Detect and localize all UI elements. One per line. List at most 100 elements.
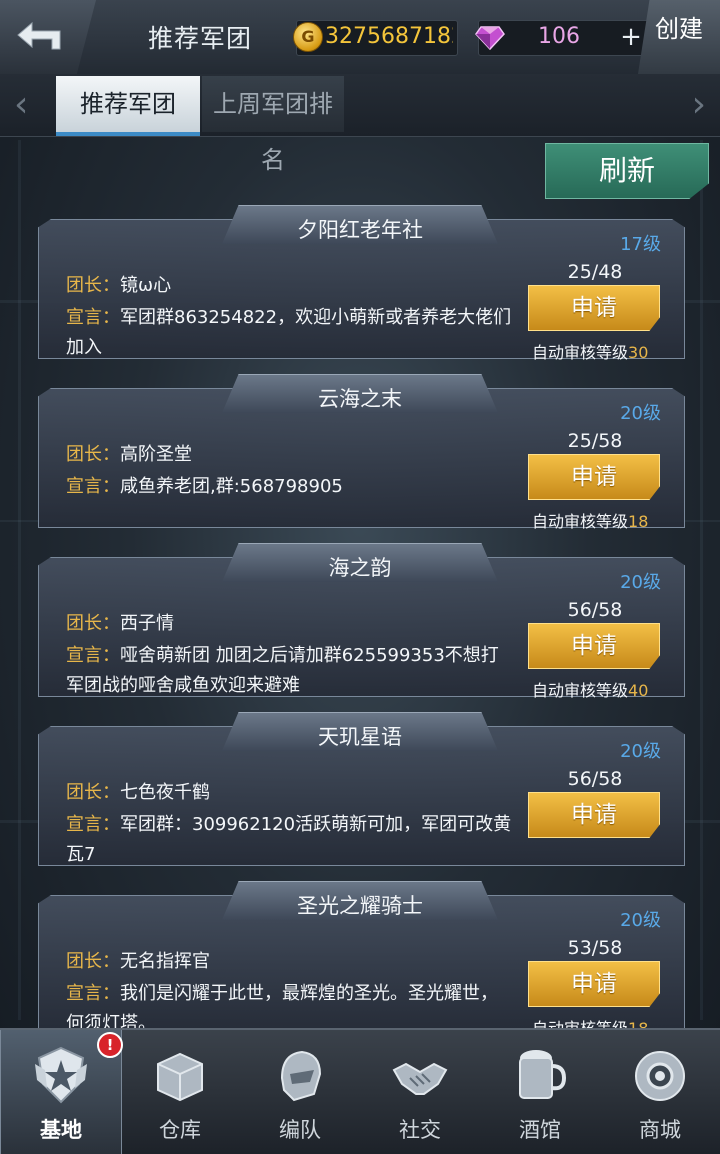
leader-row: 团长：高阶圣堂 (66, 440, 192, 466)
declaration-row: 宣言：军团群863254822，欢迎小萌新或者养老大佬们加入 (66, 303, 514, 363)
declaration-label: 宣言： (66, 983, 120, 1004)
tab-next-arrow-icon[interactable]: › (692, 84, 706, 125)
nav-label: 社交 (399, 1118, 441, 1142)
guild-card: 天玑星语 20级 团长：七色夜千鹤 宣言：军团群：309962120活跃萌新可加… (38, 712, 685, 866)
refresh-button[interactable]: 刷新 (545, 143, 709, 199)
leader-name: 高阶圣堂 (120, 444, 192, 465)
nav-base[interactable]: ! 基地 (0, 1030, 123, 1154)
auto-review-label: 自动审核等级 (532, 1019, 628, 1028)
leader-label: 团长： (66, 275, 120, 296)
nav-label: 商城 (639, 1118, 681, 1142)
nav-formation[interactable]: 编队 (240, 1030, 360, 1154)
member-count: 56/58 (567, 599, 623, 621)
leader-name: 镜ω心 (120, 275, 172, 296)
base-emblem-icon (35, 1046, 87, 1104)
apply-button[interactable]: 申请 (528, 285, 660, 331)
leader-label: 团长： (66, 951, 120, 972)
declaration-text: 咸鱼养老团,群:568798905 (120, 476, 343, 497)
declaration-row: 宣言：哑舍萌新团 加团之后请加群625599353不想打军团战的哑舍咸鱼欢迎来避… (66, 641, 514, 701)
guild-name: 圣光之耀骑士 (297, 894, 423, 918)
member-count: 56/58 (567, 768, 623, 790)
leader-name: 无名指挥官 (120, 951, 210, 972)
leader-label: 团长： (66, 444, 120, 465)
nav-label: 基地 (40, 1118, 82, 1142)
guild-name: 天玑星语 (318, 725, 402, 749)
leader-label: 团长： (66, 782, 120, 803)
declaration-text: 我们是闪耀于此世，最辉煌的圣光。圣光耀世，何须灯塔。 (66, 983, 498, 1028)
tab-recommended[interactable]: 推荐军团 (56, 76, 200, 136)
apply-button[interactable]: 申请 (528, 623, 660, 669)
handshake-icon (392, 1062, 448, 1095)
auto-review-level: 自动审核等级40 (532, 677, 648, 701)
auto-review-value: 18 (628, 1019, 648, 1028)
tab-last-week-ranking[interactable]: 上周军团排名 (202, 76, 344, 174)
declaration-row: 宣言：我们是闪耀于此世，最辉煌的圣光。圣光耀世，何须灯塔。 (66, 979, 514, 1028)
guild-level: 20级 (620, 403, 661, 424)
gold-amount: 3275687182 (325, 24, 453, 49)
guild-level: 20级 (620, 910, 661, 931)
guild-card: 海之韵 20级 团长：西子情 宣言：哑舍萌新团 加团之后请加群625599353… (38, 543, 685, 700)
top-bar: 推荐军团 G 3275687182 106 + 创建 (0, 0, 720, 76)
guild-level: 20级 (620, 741, 661, 762)
declaration-label: 宣言： (66, 645, 120, 666)
formation-helmet-icon (280, 1050, 322, 1102)
nav-warehouse[interactable]: 仓库 (120, 1030, 240, 1154)
guild-level: 20级 (620, 572, 661, 593)
auto-review-level: 自动审核等级30 (532, 339, 648, 363)
declaration-text: 军团群863254822，欢迎小萌新或者养老大佬们加入 (66, 307, 512, 358)
leader-row: 团长：无名指挥官 (66, 947, 210, 973)
gold-counter: G 3275687182 (293, 20, 458, 56)
nav-label: 仓库 (159, 1118, 201, 1142)
leader-label: 团长： (66, 613, 120, 634)
auto-review-value: 18 (628, 512, 649, 531)
auto-review-label: 自动审核等级 (532, 512, 629, 531)
leader-name: 七色夜千鹤 (120, 782, 210, 803)
leader-name: 西子情 (120, 613, 174, 634)
apply-button[interactable]: 申请 (528, 792, 660, 838)
member-count: 53/58 (567, 937, 623, 959)
guild-level: 17级 (620, 234, 661, 255)
create-guild-button[interactable]: 创建 (638, 0, 720, 74)
diamond-icon (475, 26, 505, 51)
declaration-row: 宣言：咸鱼养老团,群:568798905 (66, 472, 514, 502)
declaration-label: 宣言： (66, 814, 120, 835)
guild-card: 夕阳红老年社 17级 团长：镜ω心 宣言：军团群863254822，欢迎小萌新或… (38, 205, 685, 362)
guild-list[interactable]: 夕阳红老年社 17级 团长：镜ω心 宣言：军团群863254822，欢迎小萌新或… (0, 205, 720, 1028)
guild-card: 圣光之耀骑士 20级 团长：无名指挥官 宣言：我们是闪耀于此世，最辉煌的圣光。圣… (38, 881, 685, 1028)
shop-robot-icon (635, 1051, 685, 1101)
guild-name: 海之韵 (328, 556, 392, 580)
leader-row: 团长：西子情 (66, 609, 174, 635)
guild-name: 夕阳红老年社 (297, 218, 423, 242)
nav-shop[interactable]: 商城 (600, 1030, 720, 1154)
auto-review-value: 30 (628, 343, 649, 362)
bottom-nav: ! 基地 仓库 编队 社交 酒馆 商城 (0, 1028, 720, 1154)
tavern-mug-icon (519, 1050, 567, 1099)
gem-amount: 106 (538, 24, 580, 49)
auto-review-label: 自动审核等级 (532, 343, 629, 362)
leader-row: 团长：七色夜千鹤 (66, 778, 210, 804)
back-button[interactable] (0, 0, 96, 74)
leader-row: 团长：镜ω心 (66, 271, 171, 297)
gold-coin-icon: G (293, 22, 323, 52)
nav-social[interactable]: 社交 (360, 1030, 480, 1154)
declaration-label: 宣言： (66, 476, 120, 497)
member-count: 25/58 (567, 430, 623, 452)
auto-review-level: 自动审核等级18 (532, 1015, 648, 1028)
back-arrow-icon (17, 21, 61, 50)
page-title: 推荐军团 (148, 24, 253, 53)
tab-bar: ‹ 推荐军团 上周军团排名 › (0, 74, 720, 174)
add-gems-button[interactable]: + (617, 24, 645, 52)
member-count: 25/48 (567, 261, 623, 283)
declaration-label: 宣言： (66, 307, 120, 328)
declaration-text: 军团群：309962120活跃萌新可加，军团可改黄瓦7 (66, 814, 512, 865)
declaration-row: 宣言：军团群：309962120活跃萌新可加，军团可改黄瓦7 (66, 810, 514, 870)
apply-button[interactable]: 申请 (528, 961, 660, 1007)
auto-review-level: 自动审核等级18 (532, 508, 648, 532)
auto-review-label: 自动审核等级 (532, 681, 629, 700)
nav-label: 编队 (279, 1118, 321, 1142)
nav-tavern[interactable]: 酒馆 (480, 1030, 600, 1154)
guild-name: 云海之末 (318, 387, 402, 411)
tab-prev-arrow-icon[interactable]: ‹ (14, 84, 28, 125)
apply-button[interactable]: 申请 (528, 454, 660, 500)
gem-counter: 106 + (475, 20, 650, 56)
